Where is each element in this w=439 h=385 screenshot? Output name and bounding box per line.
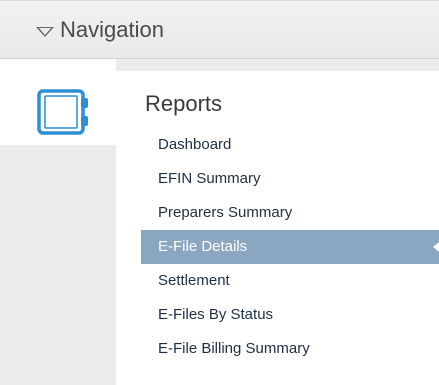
menu-item-preparers-summary[interactable]: Preparers Summary [141,196,439,230]
reports-menu: Dashboard EFIN Summary Preparers Summary E-… [141,128,439,366]
navigation-panel: Navigation Reports Dashboard EFIN Summary… [0,0,439,385]
rail-top-strip [116,59,439,71]
active-indicator-icon [433,242,439,252]
reports-section-title: Reports [145,91,223,116]
menu-item-e-files-by-status[interactable]: E-Files By Status [141,298,439,332]
menu-item-settlement[interactable]: Settlement [141,264,439,298]
menu-item-efin-summary[interactable]: EFIN Summary [141,162,439,196]
navigation-title: Navigation [60,17,164,42]
notebook-icon[interactable] [37,89,91,135]
menu-item-dashboard[interactable]: Dashboard [141,128,439,162]
menu-item-e-file-billing-summary[interactable]: E-File Billing Summary [141,332,439,366]
menu-item-e-file-details[interactable]: E-File Details [141,230,439,264]
caret-down-icon[interactable] [36,27,54,37]
navigation-header[interactable]: Navigation [0,0,439,59]
